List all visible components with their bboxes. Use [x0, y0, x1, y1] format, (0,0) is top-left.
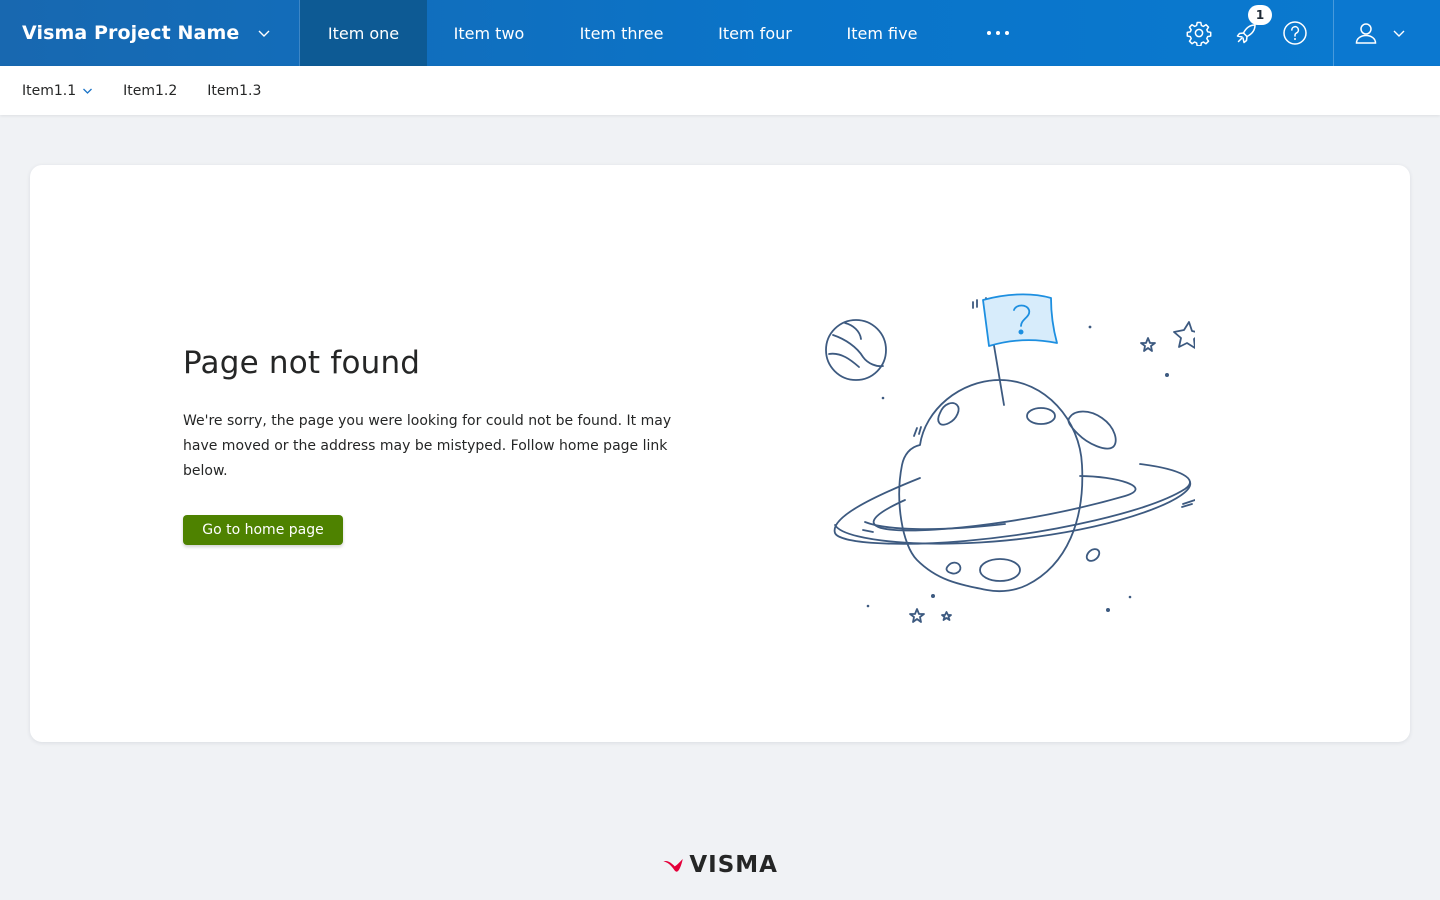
nav-item-label: Item three: [579, 23, 664, 43]
error-content: Page not found We're sorry, the page you…: [183, 345, 703, 545]
nav-item-one[interactable]: Item one: [300, 0, 427, 66]
toolbar-icons: 1: [1175, 0, 1440, 66]
secondary-nav: Item1.1 Item1.2 Item1.3: [0, 66, 1440, 115]
nav-item-label: Item one: [327, 23, 400, 43]
gear-icon: [1186, 21, 1212, 46]
visma-brand-mark-icon: [663, 858, 683, 872]
subnav-item-1-3[interactable]: Item1.3: [207, 83, 261, 99]
settings-button[interactable]: [1175, 0, 1223, 66]
main-nav: Item one Item two Item three Item four I…: [300, 0, 1030, 66]
more-horizontal-icon[interactable]: [966, 0, 1030, 66]
visma-logo: VISMA: [662, 850, 778, 880]
subnav-item-label: Item1.2: [123, 82, 178, 99]
user-menu[interactable]: [1333, 0, 1440, 66]
visma-wordmark: VISMA: [689, 852, 778, 878]
subnav-item-1-1[interactable]: Item1.1: [22, 83, 93, 99]
nav-item-two[interactable]: Item two: [427, 0, 551, 66]
chevron-down-icon: [258, 30, 270, 37]
project-selector[interactable]: Visma Project Name: [0, 0, 300, 66]
nav-item-four[interactable]: Item four: [692, 0, 818, 66]
top-navbar: Visma Project Name Item one Item two Ite…: [0, 0, 1440, 66]
nav-item-five[interactable]: Item five: [818, 0, 946, 66]
subnav-item-1-2[interactable]: Item1.2: [123, 83, 177, 99]
chevron-down-icon: [1393, 30, 1405, 37]
project-name: Visma Project Name: [22, 22, 240, 44]
user-icon: [1355, 23, 1377, 44]
subnav-item-label: Item1.1: [22, 82, 77, 99]
notification-count-badge: 1: [1248, 5, 1272, 25]
nav-item-three[interactable]: Item three: [551, 0, 692, 66]
help-button[interactable]: [1271, 0, 1319, 66]
error-description: We're sorry, the page you were looking f…: [183, 413, 672, 479]
page-title: Page not found: [183, 345, 421, 381]
error-card: Page not found We're sorry, the page you…: [30, 165, 1410, 742]
planet-illustration: [825, 293, 1195, 623]
go-home-button[interactable]: Go to home page: [183, 515, 343, 545]
subnav-item-label: Item1.3: [207, 82, 262, 99]
notifications-button[interactable]: 1: [1223, 0, 1272, 66]
chevron-down-icon: [83, 88, 93, 94]
nav-item-label: Item two: [453, 23, 525, 43]
nav-item-label: Item five: [846, 23, 918, 43]
nav-item-label: Item four: [718, 23, 792, 43]
help-circle-icon: [1283, 21, 1307, 45]
